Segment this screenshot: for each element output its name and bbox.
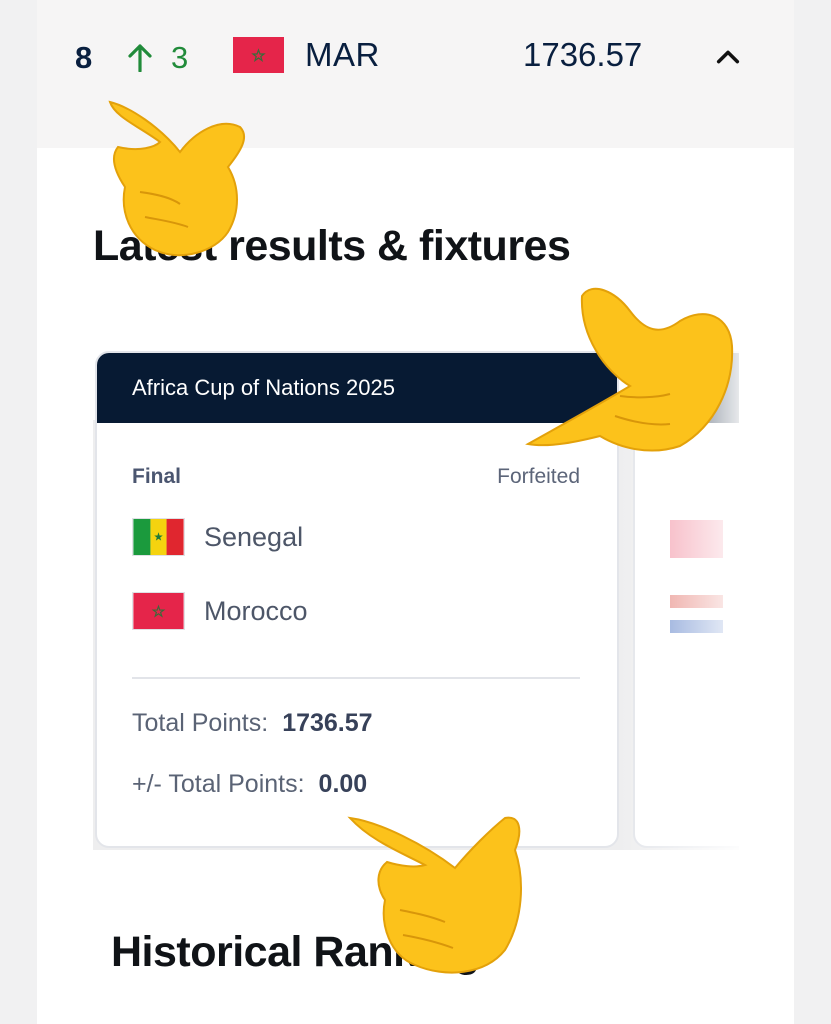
rank-change: 3: [127, 40, 188, 76]
home-team: Senegal: [132, 518, 303, 556]
pointing-hand-emoji-icon: [347, 816, 522, 974]
morocco-flag-icon: [233, 37, 284, 73]
rank-change-value: 3: [171, 40, 189, 75]
chevron-up-icon: [716, 50, 740, 64]
card-divider: [132, 677, 580, 679]
team-code: MAR: [305, 36, 380, 73]
away-team-name: Morocco: [204, 595, 308, 626]
total-points-label: Total Points:: [132, 709, 269, 737]
team-flag-icon: [670, 520, 723, 558]
competition-name: Africa Cup of Nations 2025: [132, 375, 395, 400]
points-diff-value: 0.00: [318, 770, 368, 798]
total-points-value: 1736.57: [282, 709, 373, 737]
away-team: Morocco: [132, 592, 308, 630]
arrow-up-icon: [128, 44, 152, 72]
match-stage: Final: [132, 465, 182, 488]
points-diff-row: +/- Total Points: 0.00: [132, 770, 367, 799]
total-points-row: Total Points: 1736.57: [132, 709, 373, 738]
pointing-hand-emoji-icon: [525, 287, 734, 452]
match-status: Forfeited: [497, 465, 580, 488]
pointing-hand-emoji-icon: [108, 100, 246, 257]
points-diff-label: +/- Total Points:: [132, 770, 305, 798]
senegal-flag-icon: [132, 518, 185, 556]
morocco-flag-icon: [132, 592, 185, 630]
collapse-button[interactable]: [709, 38, 747, 76]
home-team-name: Senegal: [204, 521, 304, 552]
rank-number: 8: [75, 40, 93, 75]
paraguay-flag-icon: [670, 595, 723, 633]
team-points: 1736.57: [523, 36, 643, 73]
